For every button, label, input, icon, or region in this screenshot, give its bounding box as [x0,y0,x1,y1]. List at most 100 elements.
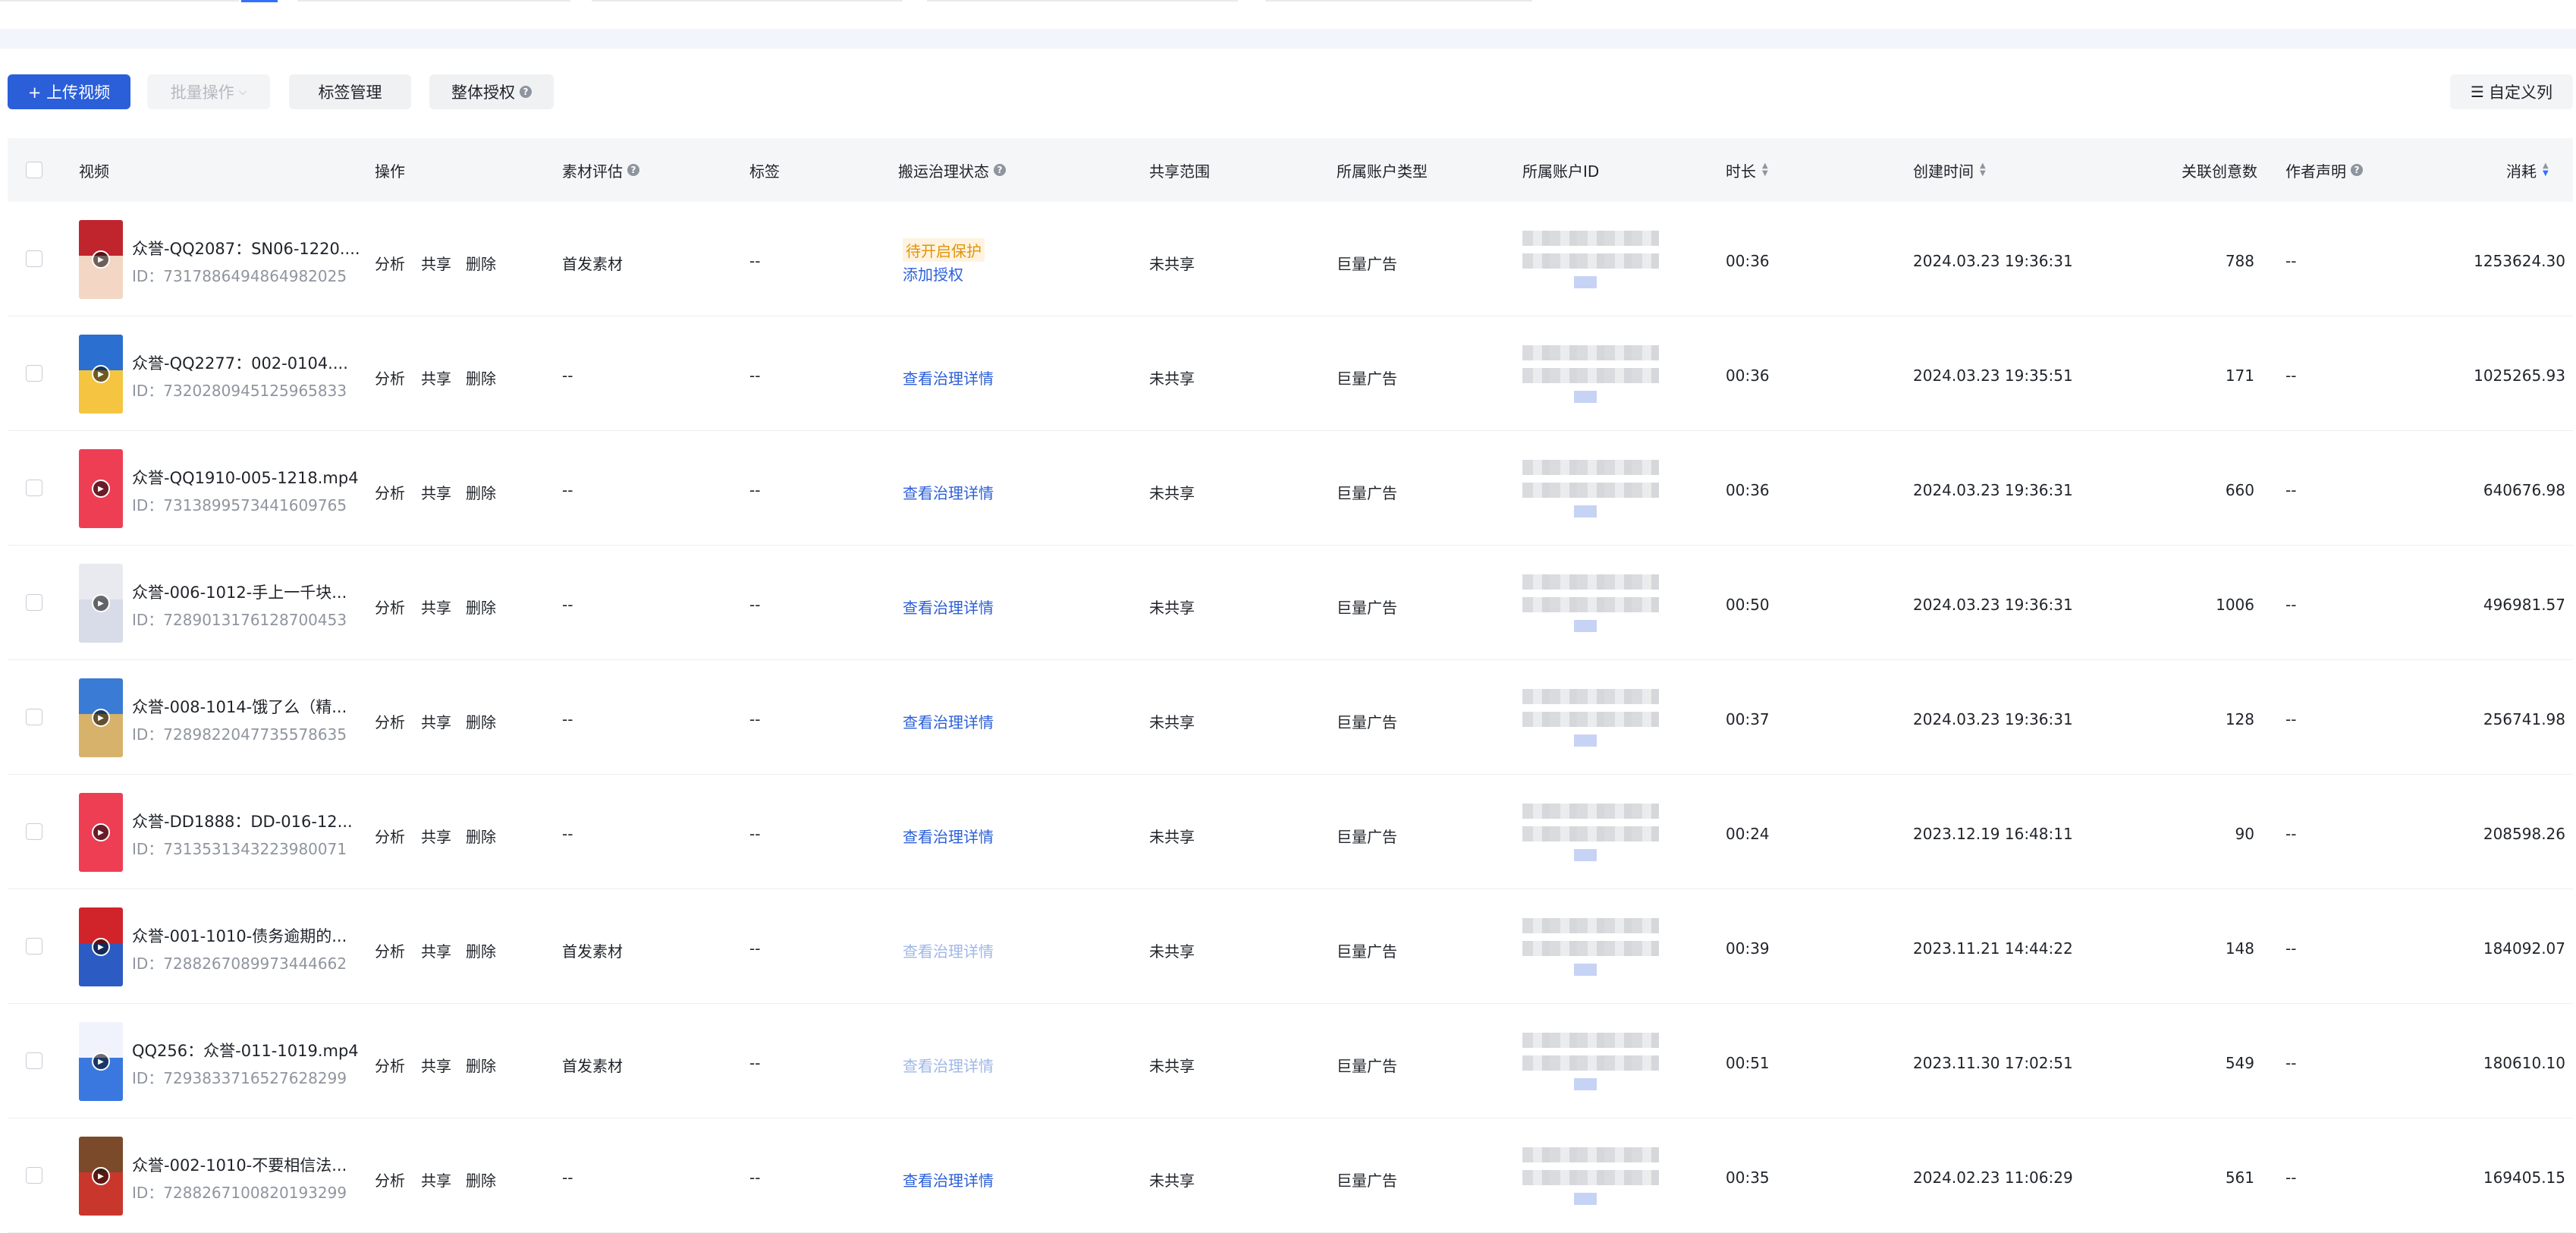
share-link[interactable]: 共享 [421,481,451,503]
select-all-checkbox[interactable] [26,162,42,178]
col-cost[interactable]: 消耗 ▲ ▼ [2506,138,2549,202]
video-name[interactable]: QQ256：众誉-011-1019.mp4 [132,1039,359,1062]
play-icon[interactable]: ▶ [92,250,110,269]
play-icon[interactable]: ▶ [92,823,110,841]
video-thumbnail[interactable]: ▶ [79,793,123,872]
play-icon[interactable]: ▶ [92,480,110,498]
filter-tab-3[interactable] [592,0,903,2]
col-created[interactable]: 创建时间 ▲ ▼ [1913,138,1986,202]
video-thumbnail[interactable]: ▶ [79,678,123,757]
video-thumbnail[interactable]: ▶ [79,220,123,299]
play-icon[interactable]: ▶ [92,1167,110,1185]
table-row[interactable]: ▶ 众誉-002-1010-不要相信法... ID：72882671008201… [8,1118,2573,1233]
row-checkbox[interactable] [26,1052,42,1069]
play-icon[interactable]: ▶ [92,709,110,727]
help-icon[interactable]: ? [994,164,1006,176]
row-checkbox[interactable] [26,823,42,840]
row-checkbox[interactable] [26,1167,42,1184]
filter-tab-1[interactable] [0,0,239,2]
view-governance-link[interactable]: 查看治理详情 [903,481,994,503]
analyze-link[interactable]: 分析 [375,939,405,961]
table-row[interactable]: ▶ 众誉-QQ2087：SN06-1220.... ID：73178864948… [8,202,2573,316]
row-checkbox[interactable] [26,709,42,725]
table-row[interactable]: ▶ 众誉-QQ2277：002-0104.... ID：732028094512… [8,316,2573,431]
upload-video-button[interactable]: + 上传视频 [8,74,130,109]
view-governance-link[interactable]: 查看治理详情 [903,710,994,732]
delete-link[interactable]: 删除 [466,825,496,847]
col-duration[interactable]: 时长 ▲ ▼ [1726,138,1768,202]
share-link[interactable]: 共享 [421,596,451,618]
tag-management-button[interactable]: 标签管理 [289,74,411,109]
view-governance-link[interactable]: 查看治理详情 [903,1169,994,1191]
video-name[interactable]: 众誉-QQ2087：SN06-1220.... [132,237,360,259]
analyze-link[interactable]: 分析 [375,252,405,274]
video-thumbnail[interactable]: ▶ [79,449,123,528]
delete-link[interactable]: 删除 [466,481,496,503]
delete-link[interactable]: 删除 [466,939,496,961]
play-icon[interactable]: ▶ [92,365,110,383]
table-row[interactable]: ▶ 众誉-001-1010-债务逾期的... ID：72882670899734… [8,889,2573,1004]
add-authorization-link[interactable]: 添加授权 [903,263,963,285]
delete-link[interactable]: 删除 [466,252,496,274]
view-governance-link[interactable]: 查看治理详情 [903,939,994,961]
share-scope: 未共享 [1149,370,1195,388]
video-name[interactable]: 众誉-006-1012-手上一千块... [132,580,347,603]
analyze-link[interactable]: 分析 [375,366,405,388]
row-checkbox[interactable] [26,365,42,382]
view-governance-link[interactable]: 查看治理详情 [903,1054,994,1076]
play-icon[interactable]: ▶ [92,938,110,956]
analyze-link[interactable]: 分析 [375,1169,405,1191]
help-icon[interactable]: ? [2351,164,2363,176]
share-link[interactable]: 共享 [421,939,451,961]
play-icon[interactable]: ▶ [92,1052,110,1071]
row-checkbox[interactable] [26,938,42,955]
table-row[interactable]: ▶ 众誉-QQ1910-005-1218.mp4 ID：731389957344… [8,431,2573,546]
video-thumbnail[interactable]: ▶ [79,907,123,986]
help-icon[interactable]: ? [520,86,532,98]
share-link[interactable]: 共享 [421,1169,451,1191]
delete-link[interactable]: 删除 [466,1054,496,1076]
analyze-link[interactable]: 分析 [375,481,405,503]
analyze-link[interactable]: 分析 [375,596,405,618]
row-checkbox[interactable] [26,250,42,267]
delete-link[interactable]: 删除 [466,366,496,388]
video-name[interactable]: 众誉-001-1010-债务逾期的... [132,924,347,947]
help-icon[interactable]: ? [627,164,639,176]
video-thumbnail[interactable]: ▶ [79,1022,123,1101]
video-name[interactable]: 众誉-008-1014-饿了么（精... [132,695,347,718]
video-name[interactable]: 众誉-QQ2277：002-0104.... [132,351,348,374]
delete-link[interactable]: 删除 [466,1169,496,1191]
analyze-link[interactable]: 分析 [375,710,405,732]
video-thumbnail[interactable]: ▶ [79,564,123,643]
custom-columns-button[interactable]: ☰ 自定义列 [2450,74,2573,109]
delete-link[interactable]: 删除 [466,596,496,618]
play-icon[interactable]: ▶ [92,594,110,612]
share-link[interactable]: 共享 [421,1054,451,1076]
video-name[interactable]: 众誉-DD1888：DD-016-12... [132,810,353,832]
filter-tab-5[interactable] [1265,0,1532,2]
share-link[interactable]: 共享 [421,825,451,847]
filter-tab-4[interactable] [927,0,1238,2]
video-name[interactable]: 众誉-002-1010-不要相信法... [132,1153,347,1176]
table-row[interactable]: ▶ 众誉-008-1014-饿了么（精... ID：72898220477355… [8,660,2573,775]
table-row[interactable]: ▶ 众誉-DD1888：DD-016-12... ID：731353134322… [8,775,2573,889]
filter-tab-2[interactable] [297,0,570,2]
video-name[interactable]: 众誉-QQ1910-005-1218.mp4 [132,466,359,489]
row-checkbox[interactable] [26,594,42,611]
video-thumbnail[interactable]: ▶ [79,1137,123,1216]
delete-link[interactable]: 删除 [466,710,496,732]
share-link[interactable]: 共享 [421,710,451,732]
analyze-link[interactable]: 分析 [375,825,405,847]
table-row[interactable]: ▶ QQ256：众誉-011-1019.mp4 ID：7293833716527… [8,1004,2573,1118]
share-link[interactable]: 共享 [421,252,451,274]
overall-authorization-button[interactable]: 整体授权 ? [429,74,554,109]
row-checkbox[interactable] [26,480,42,496]
analyze-link[interactable]: 分析 [375,1054,405,1076]
view-governance-link[interactable]: 查看治理详情 [903,825,994,847]
view-governance-link[interactable]: 查看治理详情 [903,366,994,388]
batch-operation-dropdown[interactable]: 批量操作 ⌵ [147,74,270,109]
share-link[interactable]: 共享 [421,366,451,388]
view-governance-link[interactable]: 查看治理详情 [903,596,994,618]
video-thumbnail[interactable]: ▶ [79,335,123,414]
table-row[interactable]: ▶ 众誉-006-1012-手上一千块... ID：72890131761287… [8,546,2573,660]
